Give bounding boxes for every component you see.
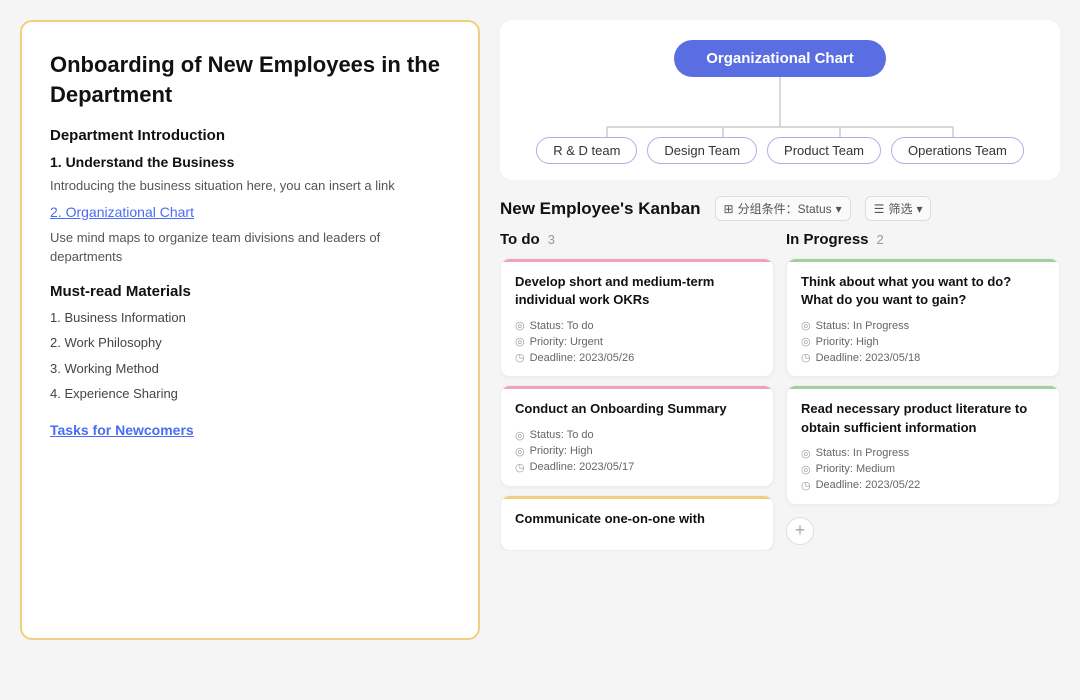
- card-title: Conduct an Onboarding Summary: [515, 400, 759, 418]
- card-communicate[interactable]: Communicate one-on-one with: [500, 495, 774, 551]
- priority-text: Priority: Medium: [816, 463, 895, 475]
- todo-header: To do 3: [500, 231, 774, 248]
- card-title: Develop short and medium-term individual…: [515, 273, 759, 309]
- status-icon: ◎: [801, 319, 811, 332]
- card-okr[interactable]: Develop short and medium-term individual…: [500, 258, 774, 377]
- understand-business-desc: Introducing the business situation here,…: [50, 176, 450, 196]
- priority-icon: ◎: [515, 445, 525, 458]
- status-icon: ◎: [515, 429, 525, 442]
- status-text: Status: To do: [530, 429, 594, 441]
- org-child-product: Product Team: [767, 137, 881, 164]
- card-read[interactable]: Read necessary product literature to obt…: [786, 385, 1060, 504]
- status-text: Status: In Progress: [816, 320, 910, 332]
- priority-text: Priority: Urgent: [530, 336, 603, 348]
- status-text: Status: To do: [530, 320, 594, 332]
- todo-title: To do: [500, 231, 540, 248]
- meta-priority: ◎ Priority: Urgent: [515, 335, 759, 348]
- inprogress-title: In Progress: [786, 231, 869, 248]
- list-item: 3. Working Method: [50, 359, 450, 379]
- add-card-button[interactable]: +: [786, 517, 814, 545]
- meta-status: ◎ Status: In Progress: [801, 319, 1045, 332]
- inprogress-header: In Progress 2: [786, 231, 1060, 248]
- inprogress-count: 2: [877, 232, 884, 247]
- must-read-heading: Must-read Materials: [50, 283, 450, 300]
- org-chart-link[interactable]: 2. Organizational Chart: [50, 204, 194, 220]
- page-title: Onboarding of New Employees in the Depar…: [50, 50, 450, 109]
- meta-deadline: ◷ Deadline: 2023/05/22: [801, 479, 1045, 492]
- right-panel: Organizational Chart R & D team Design T…: [500, 20, 1060, 551]
- card-title: Think about what you want to do? What do…: [801, 273, 1045, 309]
- org-root: Organizational Chart: [674, 40, 886, 77]
- list-item: 2. Work Philosophy: [50, 333, 450, 353]
- priority-icon: ◎: [801, 335, 811, 348]
- org-children: R & D team Design Team Product Team Oper…: [536, 137, 1024, 164]
- tasks-link[interactable]: Tasks for Newcomers: [50, 422, 450, 438]
- meta-deadline: ◷ Deadline: 2023/05/18: [801, 351, 1045, 364]
- meta-deadline: ◷ Deadline: 2023/05/26: [515, 351, 759, 364]
- org-child-design: Design Team: [647, 137, 757, 164]
- screen-label: 筛选: [888, 200, 912, 217]
- org-child-ops: Operations Team: [891, 137, 1024, 164]
- grid-icon: ⊞: [724, 202, 734, 216]
- deadline-icon: ◷: [801, 351, 811, 364]
- inprogress-column: In Progress 2 Think about what you want …: [786, 231, 1060, 551]
- filter-icon: ☰: [874, 202, 885, 216]
- org-child-rd: R & D team: [536, 137, 637, 164]
- list-item: 4. Experience Sharing: [50, 384, 450, 404]
- kanban-header: New Employee's Kanban ⊞ 分组条件：Status ▾ ☰ …: [500, 196, 1060, 221]
- deadline-text: Deadline: 2023/05/18: [816, 352, 921, 364]
- deadline-icon: ◷: [801, 479, 811, 492]
- left-panel: Onboarding of New Employees in the Depar…: [20, 20, 480, 640]
- meta-status: ◎ Status: To do: [515, 319, 759, 332]
- priority-icon: ◎: [515, 335, 525, 348]
- chevron-down-icon2: ▾: [916, 202, 922, 216]
- status-icon: ◎: [801, 447, 811, 460]
- meta-status: ◎ Status: In Progress: [801, 447, 1045, 460]
- org-lines: [550, 77, 1010, 137]
- org-chart-section: Organizational Chart R & D team Design T…: [500, 20, 1060, 180]
- deadline-text: Deadline: 2023/05/26: [530, 352, 635, 364]
- meta-priority: ◎ Priority: Medium: [801, 463, 1045, 476]
- card-meta: ◎ Status: To do ◎ Priority: Urgent ◷ Dea…: [515, 319, 759, 364]
- kanban-title: New Employee's Kanban: [500, 199, 701, 219]
- list-item: 1. Business Information: [50, 308, 450, 328]
- screen-filter[interactable]: ☰ 筛选 ▾: [865, 196, 932, 221]
- group-filter[interactable]: ⊞ 分组条件：Status ▾: [715, 196, 851, 221]
- priority-text: Priority: High: [530, 445, 593, 457]
- chevron-down-icon: ▾: [836, 202, 842, 216]
- section-dept-intro: Department Introduction: [50, 127, 450, 144]
- deadline-text: Deadline: 2023/05/22: [816, 479, 921, 491]
- card-meta: ◎ Status: To do ◎ Priority: High ◷ Deadl…: [515, 429, 759, 474]
- meta-status: ◎ Status: To do: [515, 429, 759, 442]
- meta-priority: ◎ Priority: High: [801, 335, 1045, 348]
- filter-label: 分组条件：Status: [738, 200, 832, 217]
- priority-text: Priority: High: [816, 336, 879, 348]
- card-meta: ◎ Status: In Progress ◎ Priority: High ◷…: [801, 319, 1045, 364]
- card-title: Communicate one-on-one with: [515, 510, 759, 528]
- deadline-text: Deadline: 2023/05/17: [530, 461, 635, 473]
- priority-icon: ◎: [801, 463, 811, 476]
- org-chart-desc: Use mind maps to organize team divisions…: [50, 228, 450, 267]
- kanban-section: New Employee's Kanban ⊞ 分组条件：Status ▾ ☰ …: [500, 196, 1060, 551]
- card-onboarding[interactable]: Conduct an Onboarding Summary ◎ Status: …: [500, 385, 774, 486]
- card-think[interactable]: Think about what you want to do? What do…: [786, 258, 1060, 377]
- deadline-icon: ◷: [515, 461, 525, 474]
- status-icon: ◎: [515, 319, 525, 332]
- todo-column: To do 3 Develop short and medium-term in…: [500, 231, 774, 551]
- understand-business-title: 1. Understand the Business: [50, 154, 450, 170]
- card-meta: ◎ Status: In Progress ◎ Priority: Medium…: [801, 447, 1045, 492]
- status-text: Status: In Progress: [816, 447, 910, 459]
- meta-priority: ◎ Priority: High: [515, 445, 759, 458]
- todo-count: 3: [548, 232, 555, 247]
- kanban-columns: To do 3 Develop short and medium-term in…: [500, 231, 1060, 551]
- meta-deadline: ◷ Deadline: 2023/05/17: [515, 461, 759, 474]
- deadline-icon: ◷: [515, 351, 525, 364]
- card-title: Read necessary product literature to obt…: [801, 400, 1045, 436]
